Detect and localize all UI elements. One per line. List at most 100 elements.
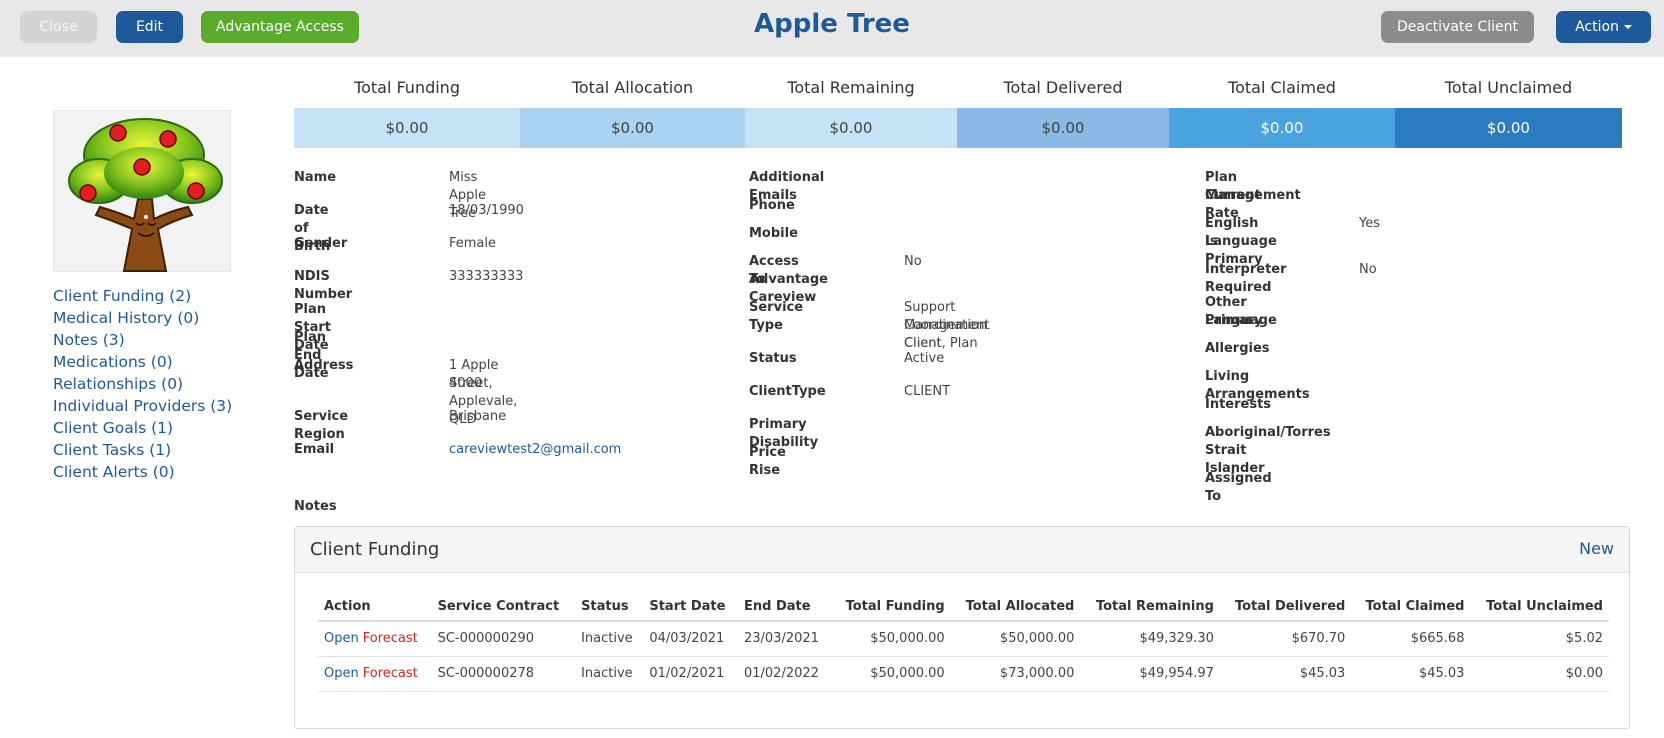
service-type-label: Service Type: [749, 300, 804, 333]
cell-start-date: 01/02/2021: [643, 656, 738, 692]
interpreter-required-value: No: [1359, 262, 1377, 277]
total-unclaimed-label: Total Unclaimed: [1444, 78, 1573, 97]
service-region-label: Service Region: [294, 409, 349, 442]
cell-total-funding: $50,000.00: [831, 621, 951, 657]
address-label: Address: [294, 358, 354, 373]
col-total-unclaimed: Total Unclaimed: [1470, 593, 1609, 622]
col-start-date: Start Date: [643, 593, 738, 622]
total-funding-card: Total Funding $0.00: [294, 76, 520, 148]
total-funding-label: Total Funding: [354, 78, 460, 97]
client-type-label: ClientType: [749, 384, 826, 399]
client-avatar: [53, 110, 231, 272]
total-remaining-value: $0.00: [745, 108, 957, 148]
open-link[interactable]: Open: [324, 666, 359, 681]
total-allocation-value: $0.00: [520, 108, 745, 148]
link-medications[interactable]: Medications (0): [53, 353, 232, 375]
total-delivered-card: Total Delivered $0.00: [957, 76, 1169, 148]
access-careview-value: No: [904, 254, 922, 269]
col-total-delivered: Total Delivered: [1219, 593, 1352, 622]
action-label: Action: [1575, 19, 1619, 35]
address-line-2: 4000: [449, 376, 483, 391]
cell-total-unclaimed: $5.02: [1470, 621, 1609, 657]
cell-status: Inactive: [575, 656, 644, 692]
cell-end-date: 23/03/2021: [737, 621, 832, 657]
client-funding-panel-header: Client Funding New: [295, 527, 1629, 573]
row-actions: Open Forecast: [318, 621, 432, 657]
total-remaining-card: Total Remaining $0.00: [745, 76, 957, 148]
gender-label: Gender: [294, 236, 348, 251]
total-allocation-label: Total Allocation: [571, 78, 694, 97]
interpreter-required-label: Interpreter Required: [1205, 262, 1287, 295]
service-type-line-2: Management Client: [904, 318, 990, 351]
cell-start-date: 04/03/2021: [643, 621, 738, 657]
aboriginal-label-line-1: Aboriginal/Torres: [1205, 425, 1331, 440]
link-client-goals[interactable]: Client Goals (1): [53, 419, 232, 441]
name-label: Name: [294, 170, 337, 185]
ndis-number-value: 333333333: [449, 269, 524, 284]
email-link[interactable]: careviewtest2@gmail.com: [449, 441, 621, 459]
link-client-alerts[interactable]: Client Alerts (0): [53, 463, 232, 485]
action-dropdown-button[interactable]: Action: [1556, 11, 1651, 43]
link-client-funding[interactable]: Client Funding (2): [53, 287, 232, 309]
notes-label: Notes: [294, 499, 337, 514]
phone-label: Phone: [749, 198, 795, 213]
price-rise-label: Price Rise: [749, 445, 786, 478]
open-link[interactable]: Open: [324, 631, 359, 646]
mobile-label: Mobile: [749, 226, 798, 241]
assigned-to-label: Assigned To: [1205, 471, 1272, 504]
col-total-remaining: Total Remaining: [1080, 593, 1220, 622]
client-section-links: Client Funding (2) Medical History (0) N…: [53, 287, 232, 485]
total-funding-value: $0.00: [294, 108, 520, 148]
caret-down-icon: [1623, 25, 1632, 29]
service-region-value: Brisbane: [449, 409, 507, 424]
link-relationships[interactable]: Relationships (0): [53, 375, 232, 397]
status-label: Status: [749, 351, 797, 366]
new-funding-link[interactable]: New: [1579, 539, 1614, 558]
link-notes[interactable]: Notes (3): [53, 331, 232, 353]
client-funding-title: Client Funding: [310, 539, 440, 560]
total-unclaimed-value: $0.00: [1395, 108, 1622, 148]
cell-total-remaining: $49,954.97: [1080, 656, 1220, 692]
cell-total-claimed: $45.03: [1351, 656, 1471, 692]
link-individual-providers[interactable]: Individual Providers (3): [53, 397, 232, 419]
total-remaining-label: Total Remaining: [787, 78, 915, 97]
top-toolbar: Close Edit Advantage Access Apple Tree D…: [0, 0, 1664, 57]
client-funding-panel: Client Funding New Action Service Contra…: [294, 526, 1630, 729]
total-delivered-value: $0.00: [957, 108, 1169, 148]
client-type-value: CLIENT: [904, 384, 951, 399]
table-row: Open Forecast SC-000000290 Inactive 04/03…: [318, 621, 1609, 657]
english-primary-label-line-2: Language: [1205, 234, 1277, 249]
table-header-row: Action Service Contract Status Start Dat…: [318, 593, 1609, 622]
total-claimed-label: Total Claimed: [1228, 78, 1336, 97]
link-medical-history[interactable]: Medical History (0): [53, 309, 232, 331]
cell-total-delivered: $670.70: [1219, 621, 1352, 657]
totals-summary: Total Funding $0.00 Total Allocation $0.…: [294, 76, 1622, 148]
cell-service-contract: SC-000000278: [431, 656, 576, 692]
link-client-tasks[interactable]: Client Tasks (1): [53, 441, 232, 463]
other-language-label-line-2: Language: [1205, 313, 1277, 328]
ndis-number-label: NDIS Number: [294, 269, 353, 302]
col-total-claimed: Total Claimed: [1351, 593, 1471, 622]
interests-label: Interests: [1205, 397, 1272, 412]
cell-total-funding: $50,000.00: [831, 656, 951, 692]
col-total-funding: Total Funding: [831, 593, 951, 622]
client-funding-table: Action Service Contract Status Start Dat…: [318, 593, 1609, 692]
cell-total-unclaimed: $0.00: [1470, 656, 1609, 692]
dob-value: 18/03/1990: [449, 203, 524, 218]
cell-total-allocated: $73,000.00: [950, 656, 1081, 692]
total-allocation-card: Total Allocation $0.00: [520, 76, 745, 148]
english-primary-value: Yes: [1359, 216, 1380, 231]
deactivate-client-button[interactable]: Deactivate Client: [1381, 11, 1534, 43]
table-row: Open Forecast SC-000000278 Inactive 01/02…: [318, 656, 1609, 692]
total-unclaimed-card: Total Unclaimed $0.00: [1395, 76, 1622, 148]
cell-end-date: 01/02/2022: [737, 656, 832, 692]
forecast-link[interactable]: Forecast: [363, 666, 418, 681]
total-claimed-card: Total Claimed $0.00: [1169, 76, 1395, 148]
status-value: Active: [904, 351, 945, 366]
cell-total-delivered: $45.03: [1219, 656, 1352, 692]
forecast-link[interactable]: Forecast: [363, 631, 418, 646]
col-total-allocated: Total Allocated: [950, 593, 1081, 622]
total-delivered-label: Total Delivered: [1003, 78, 1123, 97]
allergies-label: Allergies: [1205, 341, 1270, 356]
total-claimed-value: $0.00: [1169, 108, 1395, 148]
